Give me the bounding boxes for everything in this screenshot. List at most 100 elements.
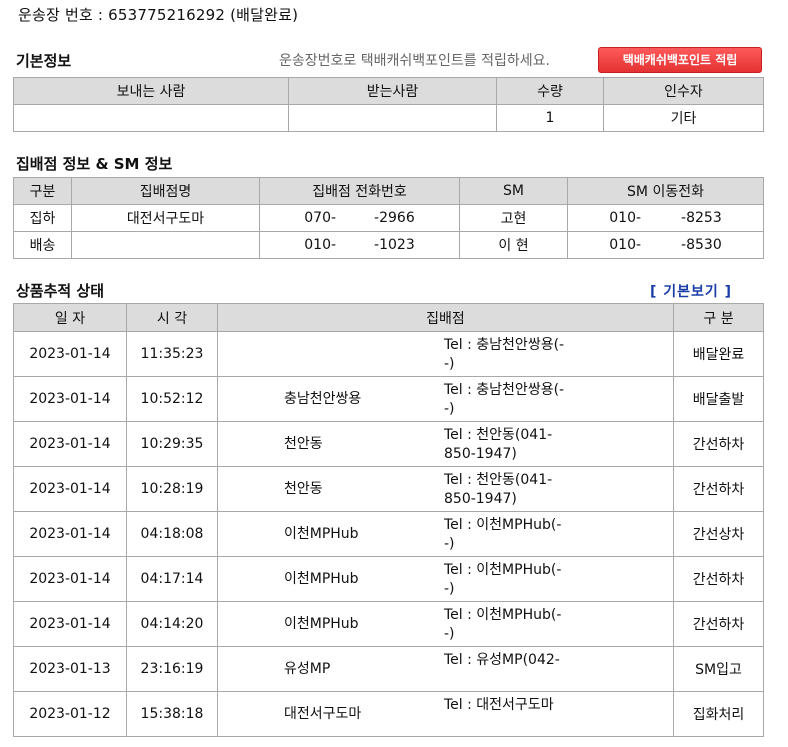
row-status: 배달완료: [673, 331, 764, 377]
tracking-row: 2023-01-14 04:14:20 이천MPHub Tel : 이천MPHub(-…: [13, 601, 764, 647]
branch-tel-prefix: 010-: [304, 237, 337, 253]
row-time: 04:17:14: [126, 556, 218, 602]
waybill-number: 653775216292: [108, 6, 226, 24]
hub-tel: Tel : 천안동(041- 850-1947): [444, 427, 553, 462]
row-time: 10:52:12: [126, 376, 218, 422]
row-time: 10:28:19: [126, 466, 218, 512]
branch-type: 배송: [13, 231, 72, 259]
hub-tel: Tel : 대전서구도마: [444, 697, 554, 713]
hub-name: 유성MP: [284, 661, 331, 677]
header-sender: 보내는 사람: [13, 77, 289, 105]
header-hub: 집배점: [217, 303, 674, 332]
basic-info-table: 보내는 사람 받는사람 수량 인수자 1 기타: [13, 77, 764, 132]
row-time: 04:14:20: [126, 601, 218, 647]
row-date: 2023-01-12: [13, 691, 127, 737]
tracking-row: 2023-01-14 10:28:19 천안동 Tel : 천안동(041- 850-…: [13, 466, 764, 512]
row-time: 15:38:18: [126, 691, 218, 737]
branch-tel: 070- -2966: [259, 204, 460, 232]
header-sm: SM: [459, 177, 568, 205]
hub-name: 충남천안쌍용: [284, 391, 362, 407]
branch-row-pickup: 집하 대전서구도마 070- -2966 고현 010- -8253: [13, 204, 764, 232]
hub-tel: Tel : 이천MPHub(- -): [444, 562, 562, 597]
basic-view-link[interactable]: [ 기본보기 ]: [650, 281, 732, 301]
sm-tel-prefix: 010-: [609, 237, 642, 253]
row-status: 간선하차: [673, 556, 764, 602]
hub-name: 대전서구도마: [284, 706, 362, 722]
header-receiver: 받는사람: [288, 77, 497, 105]
waybill-label: 운송장 번호 :: [18, 6, 104, 24]
header-sm-tel: SM 이동전화: [567, 177, 764, 205]
row-date: 2023-01-14: [13, 511, 127, 557]
branch-info-heading: 집배점 정보 & SM 정보: [16, 155, 173, 173]
row-hub: 이천MPHub Tel : 이천MPHub(- -): [217, 511, 674, 557]
row-time: 04:18:08: [126, 511, 218, 557]
row-status: 집화처리: [673, 691, 764, 737]
row-hub: 천안동 Tel : 천안동(041- 850-1947): [217, 421, 674, 467]
branch-tel: 010- -1023: [259, 231, 460, 259]
sm-tel: 010- -8530: [567, 231, 764, 259]
tracking-row: 2023-01-12 15:38:18 대전서구도마 Tel : 대전서구도마 집화처리: [13, 691, 764, 737]
header-type: 구분: [13, 177, 72, 205]
header-status: 구 분: [673, 303, 764, 332]
tracking-row: 2023-01-14 11:35:23 Tel : 충남천안쌍용(- -) 배달완료: [13, 331, 764, 377]
tracking-row: 2023-01-14 10:29:35 천안동 Tel : 천안동(041- 850-…: [13, 421, 764, 467]
row-status: SM입고: [673, 646, 764, 692]
row-status: 배달출발: [673, 376, 764, 422]
waybill-title: 운송장 번호 : 653775216292 (배달완료): [18, 4, 298, 25]
branch-tel-prefix: 070-: [304, 210, 337, 226]
branch-tel-suffix: -2966: [374, 210, 415, 226]
row-hub: 이천MPHub Tel : 이천MPHub(- -): [217, 601, 674, 647]
sm-tel-prefix: 010-: [609, 210, 642, 226]
row-date: 2023-01-14: [13, 421, 127, 467]
row-date: 2023-01-14: [13, 331, 127, 377]
hub-tel: Tel : 이천MPHub(- -): [444, 517, 562, 552]
row-hub: 충남천안쌍용 Tel : 충남천안쌍용(- -): [217, 376, 674, 422]
hub-name: 이천MPHub: [284, 616, 359, 632]
tracking-row: 2023-01-14 10:52:12 충남천안쌍용 Tel : 충남천안쌍용(- -…: [13, 376, 764, 422]
tracking-row: 2023-01-14 04:18:08 이천MPHub Tel : 이천MPHub(-…: [13, 511, 764, 557]
sm-tel: 010- -8253: [567, 204, 764, 232]
hub-tel: Tel : 충남천안쌍용(- -): [444, 382, 565, 417]
row-status: 간선하차: [673, 421, 764, 467]
sender-value: [13, 104, 289, 132]
hub-name: 이천MPHub: [284, 571, 359, 587]
row-hub: 이천MPHub Tel : 이천MPHub(- -): [217, 556, 674, 602]
header-date: 일 자: [13, 303, 127, 332]
branch-type: 집하: [13, 204, 72, 232]
row-status: 간선하차: [673, 466, 764, 512]
tracking-table: 일 자 시 각 집배점 구 분 2023-01-14 11:35:23 Tel : …: [13, 303, 764, 737]
hub-tel: Tel : 유성MP(042-: [444, 652, 560, 668]
branch-name: [71, 231, 260, 259]
branch-name: 대전서구도마: [71, 204, 260, 232]
row-time: 11:35:23: [126, 331, 218, 377]
row-hub: Tel : 충남천안쌍용(- -): [217, 331, 674, 377]
basic-info-heading: 기본정보: [16, 52, 72, 70]
sm-name: 이 현: [459, 231, 568, 259]
header-qty: 수량: [496, 77, 604, 105]
hub-tel: Tel : 충남천안쌍용(- -): [444, 337, 565, 372]
row-date: 2023-01-14: [13, 466, 127, 512]
row-date: 2023-01-14: [13, 556, 127, 602]
branch-info-table: 구분 집배점명 집배점 전화번호 SM SM 이동전화 집하 대전서구도마 07…: [13, 177, 764, 259]
cashback-button[interactable]: 택배캐쉬백포인트 적립: [598, 47, 762, 73]
row-date: 2023-01-13: [13, 646, 127, 692]
hub-name: 천안동: [284, 481, 323, 497]
row-hub: 유성MP Tel : 유성MP(042-: [217, 646, 674, 692]
sm-tel-suffix: -8530: [681, 237, 722, 253]
hub-name: 천안동: [284, 436, 323, 452]
row-time: 10:29:35: [126, 421, 218, 467]
hub-name: 이천MPHub: [284, 526, 359, 542]
row-date: 2023-01-14: [13, 601, 127, 647]
row-status: 간선상차: [673, 511, 764, 557]
tracking-row: 2023-01-14 04:17:14 이천MPHub Tel : 이천MPHub(-…: [13, 556, 764, 602]
tracking-row: 2023-01-13 23:16:19 유성MP Tel : 유성MP(042- SM입…: [13, 646, 764, 692]
branch-tel-suffix: -1023: [374, 237, 415, 253]
row-status: 간선하차: [673, 601, 764, 647]
header-time: 시 각: [126, 303, 218, 332]
tracking-heading: 상품추적 상태: [16, 282, 105, 300]
sm-name: 고현: [459, 204, 568, 232]
row-time: 23:16:19: [126, 646, 218, 692]
waybill-status: (배달완료): [230, 6, 299, 24]
sm-tel-suffix: -8253: [681, 210, 722, 226]
row-date: 2023-01-14: [13, 376, 127, 422]
